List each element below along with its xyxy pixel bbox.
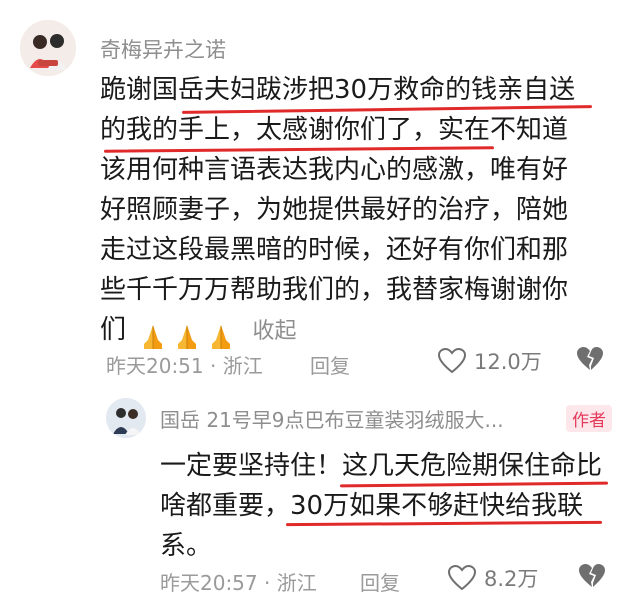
reply-line: 系。 (160, 531, 213, 561)
reply-line: 一定要坚持住！这几天危险期保住命比 (160, 451, 603, 481)
heart-icon (448, 565, 476, 591)
comment-line: 的我的手上，太感谢你们了，实在不知道 (100, 115, 569, 145)
praying-hands-icon (178, 325, 197, 349)
comment-username[interactable]: 奇梅异卉之诺 (100, 34, 226, 64)
broken-heart-icon (577, 347, 603, 370)
reply-username[interactable]: 国岳 21号早9点巴布豆童装羽绒服大... (160, 404, 504, 433)
like-button[interactable]: 8.2万 (448, 563, 538, 593)
comment-line: 跪谢国岳夫妇跋涉把30万救命的钱亲自送 (100, 75, 576, 105)
broken-heart-icon (579, 564, 605, 587)
reply-button[interactable]: 回复 (360, 567, 400, 596)
heart-icon (438, 348, 466, 374)
praying-hands-icon (144, 325, 163, 349)
comment-text: 跪谢国岳夫妇跋涉把30万救命的钱亲自送 的我的手上，太感谢你们了，实在不知道 该… (100, 70, 600, 350)
comment-line: 好照顾妻子，为她提供最好的治疗，陪她 (100, 195, 569, 225)
like-count: 12.0万 (474, 350, 542, 374)
comment-line: 们 (100, 315, 127, 345)
like-button[interactable]: 12.0万 (438, 346, 542, 376)
comment-timestamp: 昨天20:51 · 浙江 (106, 354, 263, 378)
dislike-button[interactable] (576, 346, 604, 376)
emoji-group (138, 322, 236, 352)
reply-timestamp: 昨天20:57 · 浙江 (160, 571, 317, 595)
comment-line: 该用何种言语表达我内心的感激，唯有好 (100, 155, 569, 185)
comment-line: 走过这段最黑暗的时候，还好有你们和那 (100, 235, 569, 265)
avatar[interactable] (20, 20, 76, 76)
praying-hands-icon (212, 325, 231, 349)
reply-text: 一定要坚持住！这几天危险期保住命比 啥都重要，30万如果不够赶快给我联 系。 (160, 446, 610, 566)
avatar[interactable] (106, 398, 146, 438)
author-badge: 作者 (566, 405, 612, 432)
reply-button[interactable]: 回复 (310, 350, 350, 379)
dislike-button[interactable] (578, 563, 606, 593)
collapse-link[interactable]: 收起 (253, 319, 297, 344)
comment-line: 些千千万万帮助我们的，我替家梅谢谢你 (100, 275, 569, 305)
like-count: 8.2万 (484, 567, 539, 591)
reply-line: 啥都重要，30万如果不够赶快给我联 (160, 491, 584, 521)
